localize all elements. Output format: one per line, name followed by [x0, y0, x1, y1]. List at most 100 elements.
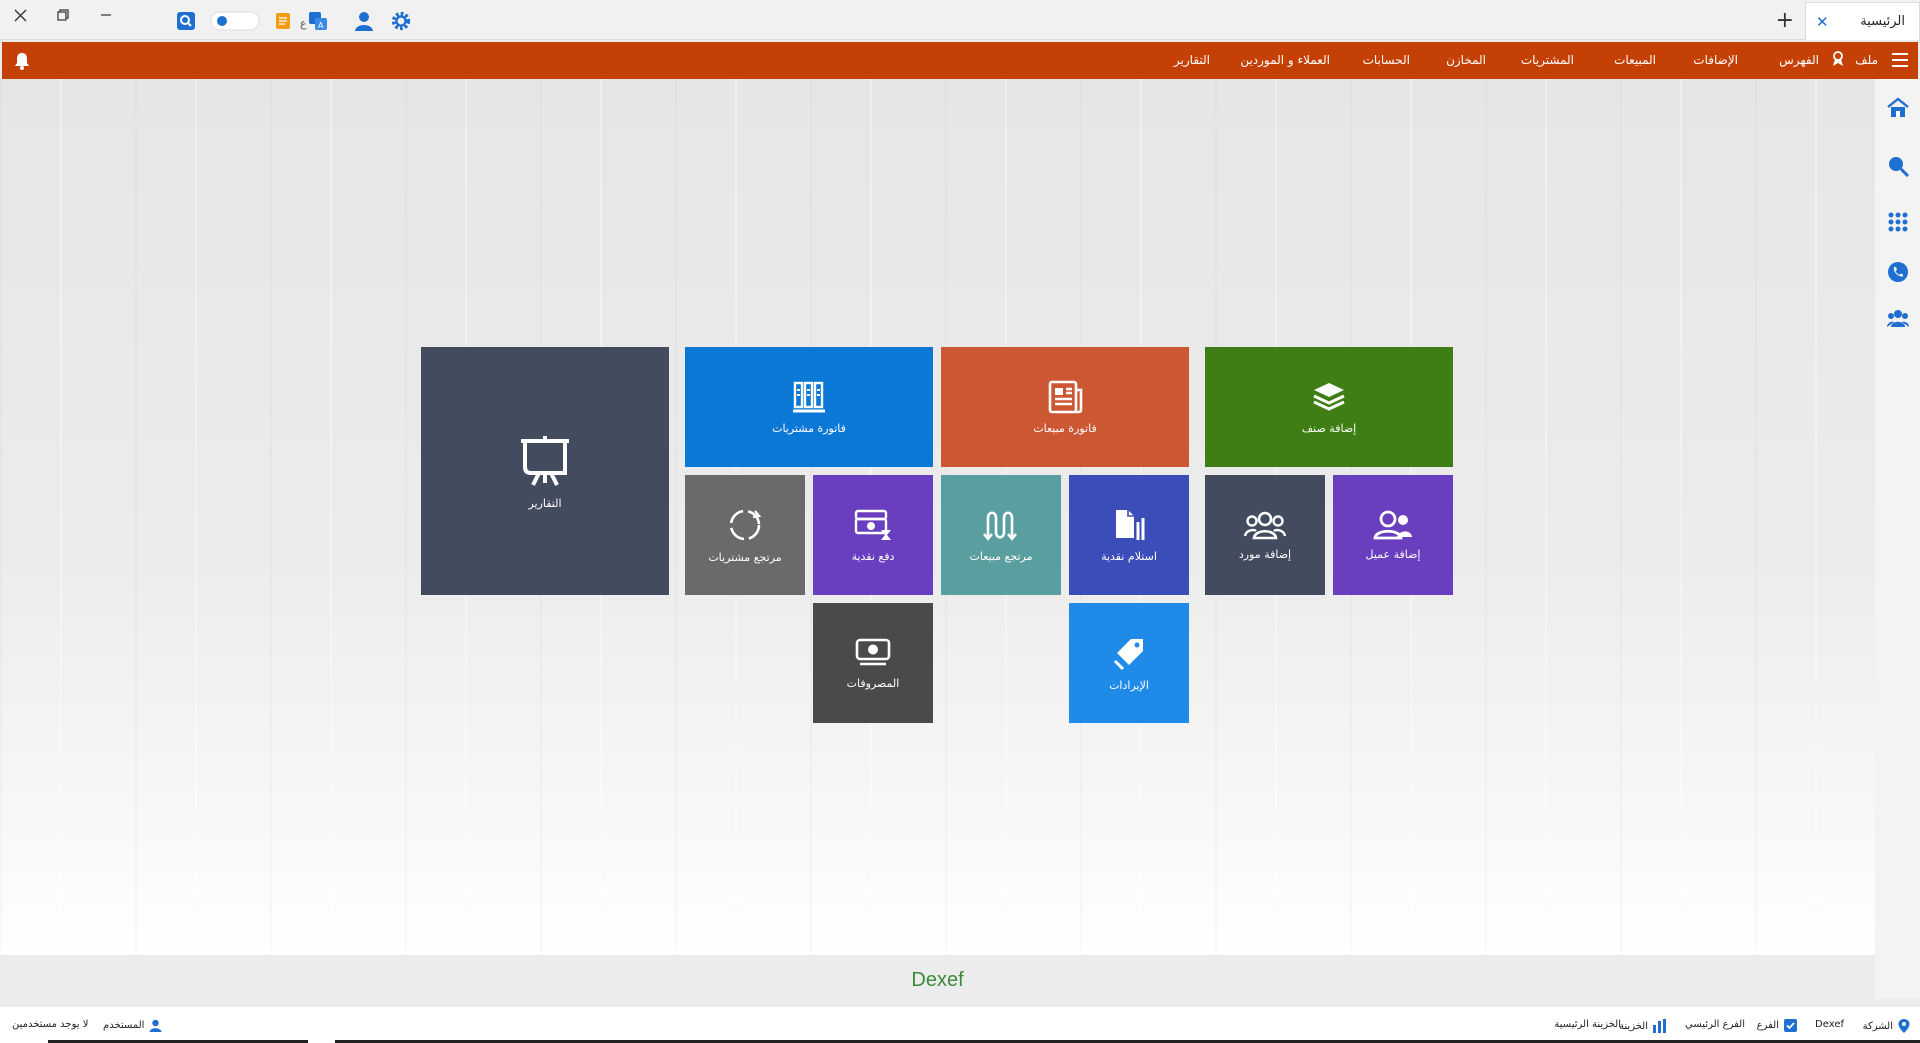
menu-reports[interactable]: التقارير: [1174, 53, 1210, 67]
language-toolbar-button[interactable]: عA: [300, 10, 330, 32]
location-pin-icon: [1898, 1019, 1910, 1033]
side-rail: [1875, 79, 1920, 999]
tile-sales-return-label: مرتجع مبيعات: [969, 549, 1033, 563]
status-user-value: لا يوجد مستخدمين: [12, 1019, 89, 1030]
ribbon-icon: [1830, 51, 1844, 70]
status-branch-label: الفرع: [1756, 1020, 1779, 1031]
tile-reports-label: التقارير: [528, 496, 562, 510]
tile-sales-invoice-label: فاتورة مبيعات: [1033, 421, 1097, 435]
notes-toolbar-button[interactable]: [272, 10, 294, 32]
menu-file[interactable]: ملف: [1855, 53, 1878, 67]
presentation-board-icon: [517, 433, 573, 489]
tag-icon: [1111, 635, 1147, 671]
status-branch: الفرع: [1757, 1019, 1797, 1032]
restore-window-button[interactable]: [43, 0, 83, 30]
search-side-icon[interactable]: [1887, 155, 1910, 178]
tile-sales-invoice[interactable]: فاتورة مبيعات: [941, 347, 1189, 467]
main-menubar: ملف الفهرس الإضافات المبيعات المشتريات ا…: [2, 42, 1918, 79]
notes-icon: [276, 13, 290, 29]
phone-icon[interactable]: [1887, 261, 1909, 283]
tile-expenses[interactable]: المصروفات: [813, 603, 933, 723]
tile-reports[interactable]: التقارير: [421, 347, 669, 595]
bell-icon: [15, 53, 29, 70]
status-bar: الشركة Dexef الفرع الفرع الرئيسي الخزينة…: [0, 1007, 1920, 1043]
restore-icon: [57, 9, 69, 21]
tile-purchase-invoice[interactable]: فاتورة مشتريات: [685, 347, 933, 467]
add-user-icon: [1373, 510, 1413, 540]
tile-add-customer-label: إضافة عميل: [1365, 547, 1421, 561]
status-treasury-label: الخزينة: [1619, 1020, 1648, 1032]
refresh-circle-icon: [727, 507, 763, 543]
tile-revenues-label: الإيرادات: [1109, 678, 1149, 692]
tile-add-supplier-label: إضافة مورد: [1238, 547, 1292, 561]
close-icon: [14, 9, 26, 21]
tile-cash-payment[interactable]: دفع نقدية: [813, 475, 933, 595]
tile-cash-payment-label: دفع نقدية: [851, 549, 895, 563]
tile-revenues[interactable]: الإيرادات: [1069, 603, 1189, 723]
tile-cash-receipt[interactable]: استلام نقدية: [1069, 475, 1189, 595]
user-toolbar-button[interactable]: [353, 10, 375, 32]
tile-expenses-label: المصروفات: [846, 676, 900, 690]
tile-purchase-return[interactable]: مرتجع مشتريات: [685, 475, 805, 595]
status-user: المستخدم: [103, 1019, 162, 1032]
apps-grid-icon[interactable]: [1887, 211, 1909, 233]
status-treasury: الخزينة: [1619, 1019, 1667, 1033]
checkbox-icon: [1784, 1019, 1797, 1032]
bar-chart-icon: [1653, 1019, 1666, 1033]
return-arrows-icon: [983, 508, 1019, 542]
add-tab-button[interactable]: +: [1776, 8, 1794, 33]
newspaper-icon: [1047, 380, 1083, 414]
title-bar: عA + الرئيسية ✕: [0, 0, 1920, 40]
tile-add-supplier[interactable]: إضافة مورد: [1205, 475, 1325, 595]
tile-sales-return[interactable]: مرتجع مبيعات: [941, 475, 1061, 595]
minimize-icon: [101, 14, 111, 16]
tab-home[interactable]: الرئيسية ✕: [1805, 2, 1920, 40]
settings-toolbar-button[interactable]: [390, 10, 412, 32]
menu-sales[interactable]: المبيعات: [1614, 53, 1656, 67]
tile-add-item[interactable]: إضافة صنف: [1205, 347, 1453, 467]
binders-icon: [792, 380, 826, 414]
menu-additions[interactable]: الإضافات: [1693, 53, 1738, 67]
money-bills-icon: [854, 637, 892, 669]
tile-purchase-invoice-label: فاتورة مشتريات: [772, 421, 846, 435]
translate-icon: عA: [300, 12, 327, 30]
menu-stores[interactable]: المخازن: [1446, 53, 1486, 67]
notifications-button[interactable]: [12, 51, 32, 75]
close-window-button[interactable]: [0, 0, 40, 30]
menu-index[interactable]: الفهرس: [1779, 53, 1819, 67]
close-tab-icon[interactable]: ✕: [1816, 13, 1829, 31]
user-icon: [355, 12, 373, 31]
menu-purchases[interactable]: المشتريات: [1521, 53, 1574, 67]
dashboard-area: إضافة صنف فاتورة مبيعات فاتورة مشتريات ا…: [0, 79, 1875, 955]
users-group-icon[interactable]: [1887, 307, 1909, 329]
layers-icon: [1312, 380, 1346, 414]
cash-payment-icon: [853, 508, 893, 542]
status-company-value: Dexef: [1815, 1019, 1844, 1030]
tab-home-label: الرئيسية: [1860, 14, 1905, 29]
gear-icon: [391, 11, 411, 31]
toggle-switch-icon: [210, 11, 260, 31]
minimize-window-button[interactable]: [86, 0, 126, 30]
status-user-label: المستخدم: [103, 1020, 145, 1031]
group-icon: [1244, 510, 1286, 540]
status-company: الشركة: [1863, 1019, 1910, 1033]
search-icon: [177, 12, 195, 30]
tile-purchase-return-label: مرتجع مشتريات: [708, 550, 782, 564]
receipt-document-icon: [1112, 508, 1146, 542]
search-toolbar-button[interactable]: [175, 10, 197, 32]
brand-logo-text: Dexef: [911, 969, 964, 991]
status-branch-value: الفرع الرئيسي: [1685, 1019, 1745, 1030]
menu-customers-suppliers[interactable]: العملاء و الموردين: [1240, 53, 1330, 67]
status-company-label: الشركة: [1862, 1020, 1893, 1032]
tile-cash-receipt-label: استلام نقدية: [1101, 549, 1157, 563]
svg-text:ع: ع: [300, 17, 307, 30]
user-icon: [149, 1019, 162, 1032]
svg-text:A: A: [318, 21, 324, 30]
tile-add-customer[interactable]: إضافة عميل: [1333, 475, 1453, 595]
hamburger-menu-icon[interactable]: [1892, 53, 1908, 67]
menu-accounts[interactable]: الحسابات: [1363, 53, 1410, 67]
theme-toggle[interactable]: [210, 10, 260, 32]
home-icon[interactable]: [1887, 97, 1909, 119]
status-treasury-value: الخزينة الرئيسية: [1554, 1019, 1621, 1030]
tile-add-item-label: إضافة صنف: [1301, 421, 1357, 435]
